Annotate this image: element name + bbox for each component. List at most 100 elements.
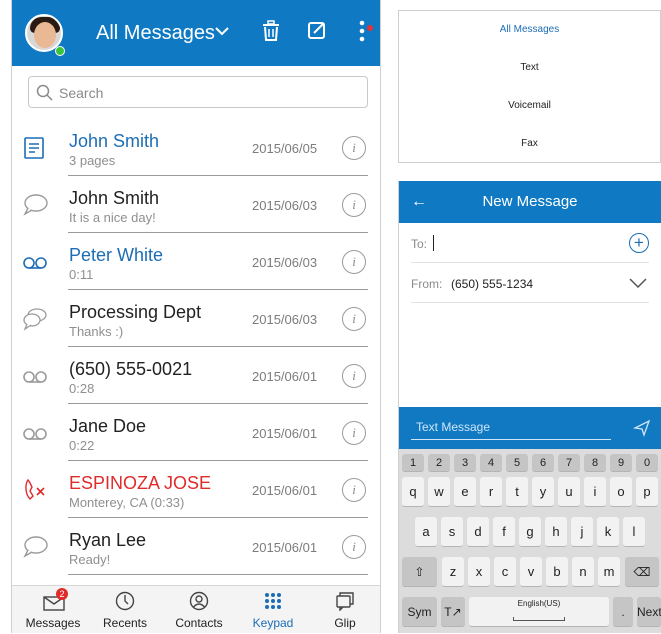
key-l[interactable]: l: [623, 517, 645, 547]
key-w[interactable]: w: [428, 477, 450, 507]
nav-recents[interactable]: Recents: [90, 586, 160, 634]
key-d[interactable]: d: [467, 517, 489, 547]
key-2[interactable]: 2: [428, 454, 450, 472]
key-6[interactable]: 6: [532, 454, 554, 472]
key-f[interactable]: f: [493, 517, 515, 547]
space-key[interactable]: English(US): [469, 597, 609, 627]
key-j[interactable]: j: [571, 517, 593, 547]
missed-call-icon: [22, 477, 48, 503]
key-r[interactable]: r: [480, 477, 502, 507]
info-icon[interactable]: i: [342, 193, 366, 217]
info-icon[interactable]: i: [342, 364, 366, 388]
new-message-screen: ← New Message To: + From: (650) 555-1234…: [398, 181, 661, 633]
chevron-down-icon[interactable]: [629, 278, 647, 288]
message-row[interactable]: Ryan Lee Ready! 2015/06/01 i: [12, 518, 380, 575]
info-icon[interactable]: i: [342, 421, 366, 445]
message-row[interactable]: (650) 555-0021 0:28 2015/06/01 i: [12, 347, 380, 404]
contact-name: (650) 555-0021: [69, 359, 193, 379]
divider: [68, 574, 368, 575]
clock-icon: [115, 591, 135, 611]
key-x[interactable]: x: [468, 557, 490, 587]
nav-contacts[interactable]: Contacts: [164, 586, 234, 634]
send-icon[interactable]: [633, 419, 651, 437]
message-preview: 0:28: [69, 381, 95, 396]
nav-messages[interactable]: 2 Messages: [18, 586, 88, 634]
voicemail-icon: [22, 420, 48, 446]
backspace-key[interactable]: ⌫: [625, 557, 659, 587]
key-m[interactable]: m: [598, 557, 620, 587]
contact-name: John Smith: [69, 188, 160, 208]
message-row[interactable]: Peter White 0:11 2015/06/03 i: [12, 233, 380, 290]
key-s[interactable]: s: [441, 517, 463, 547]
key-8[interactable]: 8: [584, 454, 606, 472]
key-b[interactable]: b: [546, 557, 568, 587]
key-9[interactable]: 9: [610, 454, 632, 472]
key-u[interactable]: u: [558, 477, 580, 507]
nav-keypad[interactable]: Keypad: [238, 586, 308, 634]
more-options-icon[interactable]: [359, 20, 365, 42]
key-k[interactable]: k: [597, 517, 619, 547]
message-row[interactable]: John Smith It is a nice day! 2015/06/03 i: [12, 176, 380, 233]
filter-all-messages[interactable]: All Messages: [399, 11, 660, 49]
nav-glip[interactable]: Glip: [310, 586, 380, 634]
key-e[interactable]: e: [454, 477, 476, 507]
chevron-down-icon[interactable]: [215, 26, 229, 36]
key-y[interactable]: y: [532, 477, 554, 507]
key-1[interactable]: 1: [402, 454, 424, 472]
info-icon[interactable]: i: [342, 535, 366, 559]
key-7[interactable]: 7: [558, 454, 580, 472]
soft-keyboard: 1 2 3 4 5 6 7 8 9 0 q w e r t y u i o p a s d f g h j k l ⇧ z x c v b n m ⌫ Sy…: [399, 449, 661, 633]
key-h[interactable]: h: [545, 517, 567, 547]
info-icon[interactable]: i: [342, 307, 366, 331]
key-g[interactable]: g: [519, 517, 541, 547]
compose-icon[interactable]: [307, 20, 327, 40]
text-format-key[interactable]: T↗: [441, 597, 465, 627]
keyboard-language: English(US): [517, 599, 561, 608]
info-icon[interactable]: i: [342, 478, 366, 502]
filter-text[interactable]: Text: [399, 49, 660, 87]
key-0[interactable]: 0: [636, 454, 658, 472]
key-3[interactable]: 3: [454, 454, 476, 472]
key-n[interactable]: n: [572, 557, 594, 587]
search-icon: [36, 84, 53, 101]
message-preview: Ready!: [69, 552, 111, 567]
filter-voicemail[interactable]: Voicemail: [399, 87, 660, 125]
notification-dot: [367, 25, 373, 31]
add-recipient-button[interactable]: +: [629, 233, 649, 253]
next-key[interactable]: Next: [637, 597, 661, 627]
sym-key[interactable]: Sym: [402, 597, 437, 627]
contact-name: Peter White: [69, 245, 164, 265]
key-i[interactable]: i: [584, 477, 606, 507]
info-icon[interactable]: i: [342, 250, 366, 274]
key-q[interactable]: q: [402, 477, 424, 507]
key-t[interactable]: t: [506, 477, 528, 507]
period-key[interactable]: .: [613, 597, 633, 627]
text-message-input[interactable]: Text Message: [416, 420, 490, 434]
search-placeholder: Search: [59, 85, 104, 101]
contact-name: ESPINOZA JOSE: [69, 473, 212, 493]
message-row[interactable]: Processing Dept Thanks :) 2015/06/03 i: [12, 290, 380, 347]
message-row[interactable]: John Smith 3 pages 2015/06/05 i: [12, 119, 380, 176]
key-a[interactable]: a: [415, 517, 437, 547]
key-v[interactable]: v: [520, 557, 542, 587]
message-row[interactable]: Jane Doe 0:22 2015/06/01 i: [12, 404, 380, 461]
search-input[interactable]: Search: [28, 76, 368, 108]
key-5[interactable]: 5: [506, 454, 528, 472]
info-icon[interactable]: i: [342, 136, 366, 160]
message-filter-dropdown[interactable]: All Messages: [96, 22, 215, 45]
nav-label-recents: Recents: [102, 616, 148, 630]
key-z[interactable]: z: [442, 557, 464, 587]
shift-key[interactable]: ⇧: [402, 557, 437, 587]
contact-icon: [189, 591, 209, 611]
to-label: To:: [411, 237, 428, 251]
trash-icon[interactable]: [262, 20, 280, 42]
contact-name: John Smith: [69, 131, 160, 151]
message-row[interactable]: ESPINOZA JOSE Monterey, CA (0:33) 2015/06/…: [12, 461, 380, 518]
filter-fax[interactable]: Fax: [399, 125, 660, 163]
key-o[interactable]: o: [610, 477, 632, 507]
to-field[interactable]: To: +: [411, 225, 649, 263]
from-field[interactable]: From: (650) 555-1234: [411, 265, 649, 303]
key-4[interactable]: 4: [480, 454, 502, 472]
key-p[interactable]: p: [636, 477, 658, 507]
key-c[interactable]: c: [494, 557, 516, 587]
